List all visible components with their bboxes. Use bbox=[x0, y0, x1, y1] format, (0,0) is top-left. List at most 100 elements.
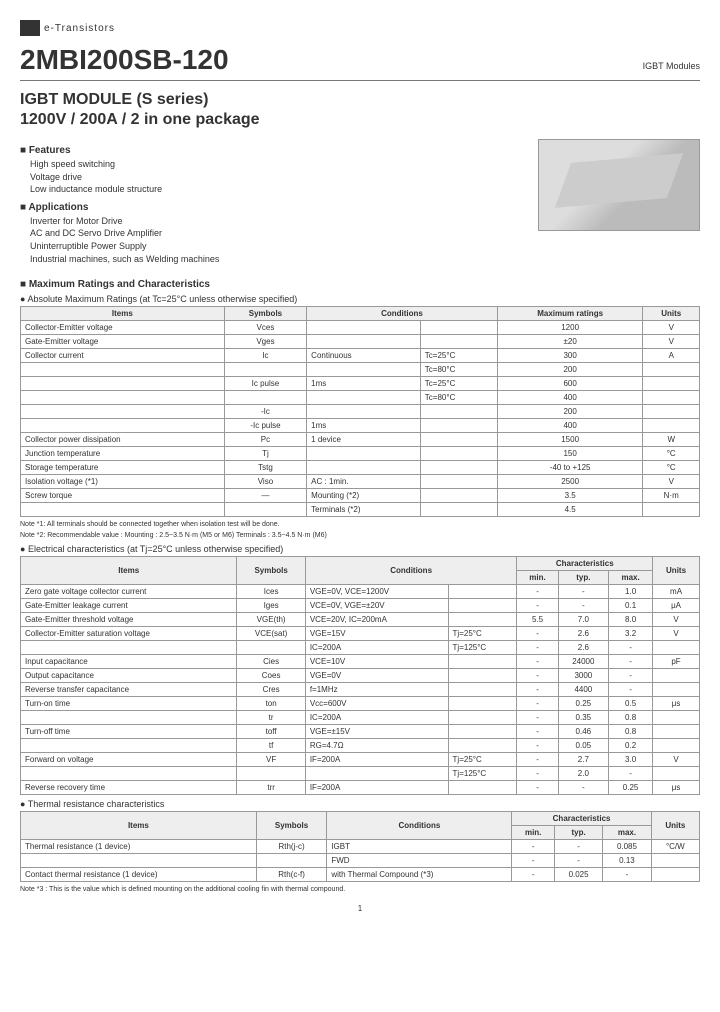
table-cell: 7.0 bbox=[558, 612, 608, 626]
table-cell: RG=4.7Ω bbox=[305, 738, 448, 752]
table-cell: - bbox=[517, 682, 558, 696]
table-cell bbox=[21, 640, 237, 654]
table-cell: Tj=125°C bbox=[448, 640, 517, 654]
table-cell bbox=[651, 867, 699, 881]
table-cell: Terminals (*2) bbox=[307, 503, 421, 517]
table-row: -Ic200 bbox=[21, 405, 700, 419]
table-cell: V bbox=[653, 752, 700, 766]
table-cell bbox=[305, 766, 448, 780]
table-cell: V bbox=[643, 321, 700, 335]
table-row: Screw torque—Mounting (*2)3.5N·m bbox=[21, 489, 700, 503]
table-cell bbox=[21, 503, 225, 517]
table-cell: Forward on voltage bbox=[21, 752, 237, 766]
table-row: Junction temperatureTj150°C bbox=[21, 447, 700, 461]
table-row: tfRG=4.7Ω-0.050.2 bbox=[21, 738, 700, 752]
table-cell bbox=[420, 489, 497, 503]
table-cell: - bbox=[517, 598, 558, 612]
table-cell: 600 bbox=[497, 377, 643, 391]
table-cell: Collector-Emitter saturation voltage bbox=[21, 626, 237, 640]
table-cell bbox=[21, 405, 225, 419]
table-cell: 2.0 bbox=[558, 766, 608, 780]
table-cell: 4.5 bbox=[497, 503, 643, 517]
table-cell: - bbox=[517, 724, 558, 738]
table-cell: μs bbox=[653, 696, 700, 710]
table-cell: °C bbox=[643, 461, 700, 475]
feature-item: High speed switching bbox=[30, 158, 528, 171]
table-row: FWD--0.13 bbox=[21, 853, 700, 867]
table-cell: - bbox=[609, 682, 653, 696]
table-cell: -Ic pulse bbox=[224, 419, 306, 433]
table-row: Forward on voltageVFIF=200ATj=25°C-2.73.… bbox=[21, 752, 700, 766]
table-cell: Screw torque bbox=[21, 489, 225, 503]
table-cell: - bbox=[517, 766, 558, 780]
table-cell: VCE=0V, VGE=±20V bbox=[305, 598, 448, 612]
table-cell: -40 to +125 bbox=[497, 461, 643, 475]
table-row: Turn-on timetonVcc=600V-0.250.5μs bbox=[21, 696, 700, 710]
table-cell: 8.0 bbox=[609, 612, 653, 626]
table-cell bbox=[651, 853, 699, 867]
divider bbox=[20, 80, 700, 81]
elec-char-table: Items Symbols Conditions Characteristics… bbox=[20, 556, 700, 795]
table-cell: - bbox=[517, 738, 558, 752]
th: Symbols bbox=[224, 307, 306, 321]
feature-item: Voltage drive bbox=[30, 171, 528, 184]
table-row: Output capacitanceCoesVGE=0V-3000- bbox=[21, 668, 700, 682]
table-cell: 0.25 bbox=[558, 696, 608, 710]
table-cell: Gate-Emitter threshold voltage bbox=[21, 612, 237, 626]
table-cell: VCE=20V, IC=200mA bbox=[305, 612, 448, 626]
note: Note *3 : This is the value which is def… bbox=[20, 886, 700, 894]
table-row: IC=200ATj=125°C-2.6- bbox=[21, 640, 700, 654]
table-cell: 0.13 bbox=[603, 853, 651, 867]
table-cell: - bbox=[517, 668, 558, 682]
table-cell: 0.46 bbox=[558, 724, 608, 738]
th: Conditions bbox=[305, 556, 517, 584]
table-cell: V bbox=[643, 335, 700, 349]
table-cell: 0.085 bbox=[603, 839, 651, 853]
table-cell: tr bbox=[237, 710, 305, 724]
table-cell bbox=[420, 405, 497, 419]
table-cell: Tj=125°C bbox=[448, 766, 517, 780]
table-cell: Contact thermal resistance (1 device) bbox=[21, 867, 257, 881]
table-cell: - bbox=[609, 668, 653, 682]
table-cell: Collector-Emitter voltage bbox=[21, 321, 225, 335]
table-cell: - bbox=[554, 853, 602, 867]
th: Maximum ratings bbox=[497, 307, 643, 321]
table-cell: VGE=15V bbox=[305, 626, 448, 640]
th: Items bbox=[21, 556, 237, 584]
table-cell: Viso bbox=[224, 475, 306, 489]
title-line-2: 1200V / 200A / 2 in one package bbox=[20, 111, 700, 129]
table-row: Thermal resistance (1 device)Rth(j-c)IGB… bbox=[21, 839, 700, 853]
module-illustration bbox=[538, 139, 700, 231]
table-cell: Storage temperature bbox=[21, 461, 225, 475]
table-row: Contact thermal resistance (1 device)Rth… bbox=[21, 867, 700, 881]
table-cell: FWD bbox=[327, 853, 512, 867]
table-cell bbox=[307, 321, 421, 335]
table-cell: 0.1 bbox=[609, 598, 653, 612]
table-cell bbox=[420, 503, 497, 517]
th: Symbols bbox=[237, 556, 305, 584]
th: Items bbox=[21, 811, 257, 839]
table-cell: Tc=80°C bbox=[420, 391, 497, 405]
table-cell: - bbox=[517, 780, 558, 794]
table-cell bbox=[643, 363, 700, 377]
table-cell: Ic pulse bbox=[224, 377, 306, 391]
table-cell: Vcc=600V bbox=[305, 696, 448, 710]
table-cell bbox=[643, 391, 700, 405]
table-row: Storage temperatureTstg-40 to +125°C bbox=[21, 461, 700, 475]
th: Symbols bbox=[256, 811, 327, 839]
table-row: Tj=125°C-2.0- bbox=[21, 766, 700, 780]
table-cell bbox=[21, 419, 225, 433]
table-row: Collector currentIcContinuousTc=25°C300A bbox=[21, 349, 700, 363]
table-row: Collector power dissipationPc1 device150… bbox=[21, 433, 700, 447]
th: max. bbox=[609, 570, 653, 584]
table-cell: Turn-on time bbox=[21, 696, 237, 710]
table-cell: - bbox=[609, 654, 653, 668]
table-cell bbox=[448, 654, 517, 668]
table-row: Input capacitanceCiesVCE=10V-24000-pF bbox=[21, 654, 700, 668]
table-cell: -Ic bbox=[224, 405, 306, 419]
table-cell: VCE(sat) bbox=[237, 626, 305, 640]
table-cell: 300 bbox=[497, 349, 643, 363]
table-cell: - bbox=[558, 598, 608, 612]
th: Conditions bbox=[327, 811, 512, 839]
table-cell: 5.5 bbox=[517, 612, 558, 626]
